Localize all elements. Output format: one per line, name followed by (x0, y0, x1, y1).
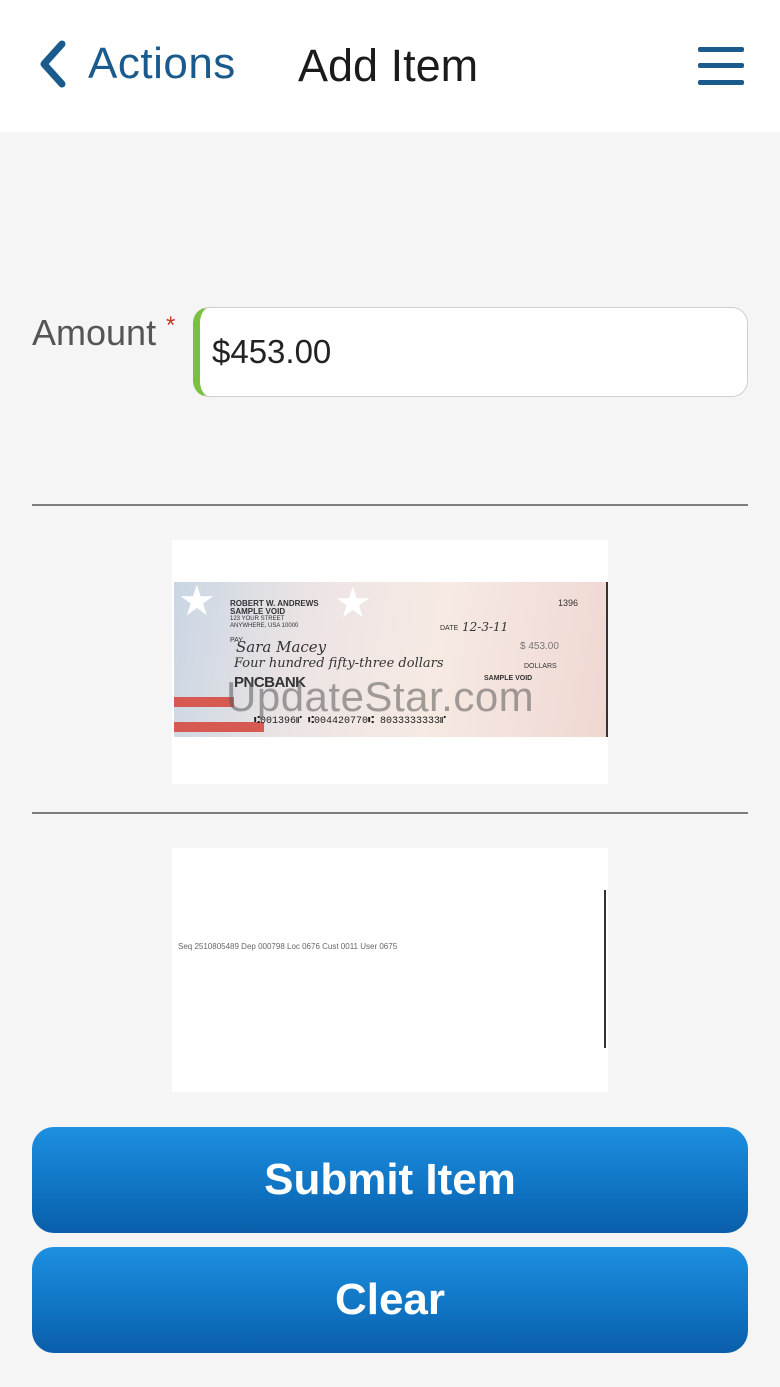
star-icon: ★ (334, 582, 372, 626)
date-value: 12-3-11 (462, 620, 509, 634)
check-edge (604, 890, 606, 1048)
endorsement-text: Seq 2510805489 Dep 000798 Loc 0676 Cust … (178, 942, 398, 951)
amount-box: $ 453.00 (520, 641, 559, 652)
address-line-2: ANYWHERE, USA 10000 (230, 623, 299, 629)
clear-button[interactable]: Clear (32, 1247, 748, 1353)
menu-bar (698, 80, 744, 85)
submit-item-button[interactable]: Submit Item (32, 1127, 748, 1233)
menu-bar (698, 63, 744, 68)
flag-stripe (174, 722, 264, 732)
amount-input[interactable] (193, 307, 748, 397)
required-marker: * (166, 312, 176, 339)
back-label: Actions (88, 39, 236, 88)
top-bar: Actions Add Item (0, 0, 780, 132)
address-line-1: 123 YOUR STREET (230, 616, 285, 622)
payee: Sara Macey (236, 638, 327, 656)
date-label: DATE (440, 625, 459, 632)
page-title: Add Item (298, 40, 479, 91)
hamburger-menu-icon[interactable] (698, 44, 746, 86)
amount-label: Amount (32, 312, 157, 353)
account-name-2: SAMPLE VOID (230, 607, 286, 616)
check-front-image[interactable]: ★ ★ ROBERT W. ANDREWS SAMPLE VOID 123 YO… (172, 540, 608, 784)
check-back-image[interactable]: Seq 2510805489 Dep 000798 Loc 0676 Cust … (172, 848, 608, 1092)
back-button[interactable]: Actions (38, 36, 236, 92)
menu-bar (698, 47, 744, 52)
divider (32, 504, 748, 506)
flag-stripe (174, 697, 234, 707)
watermark: UpdateStar.com (226, 673, 535, 720)
chevron-left-icon (40, 40, 66, 88)
star-icon: ★ (178, 582, 216, 624)
written-amount: Four hundred fifty-three dollars (234, 656, 444, 671)
divider (32, 812, 748, 814)
check-number: 1396 (558, 598, 579, 608)
dollars-label: DOLLARS (524, 663, 557, 670)
